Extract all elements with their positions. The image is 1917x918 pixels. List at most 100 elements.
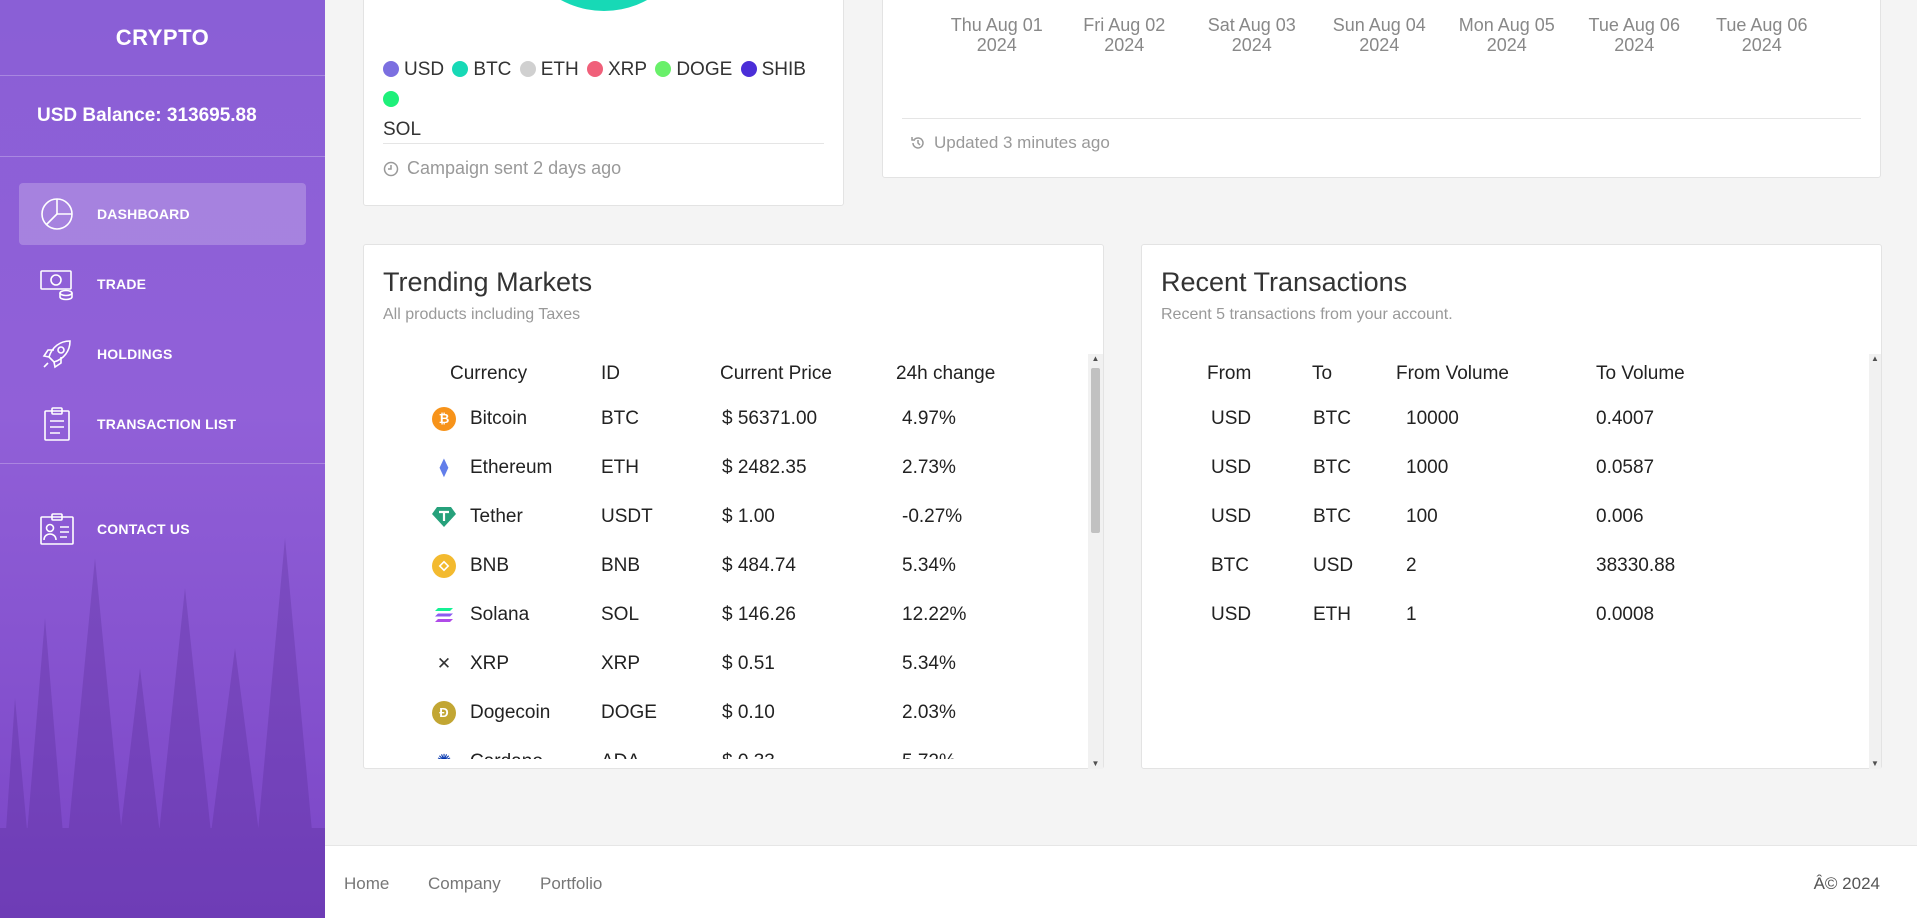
id-cell: ADA — [601, 737, 720, 760]
clock-icon — [383, 161, 399, 177]
chart-x-axis: Thu Aug 01 2024 Fri Aug 02 2024 Sat Aug 03… — [933, 15, 1826, 55]
price-cell: $ 0.10 — [722, 701, 775, 723]
table-row[interactable]: ✺Cardano ADA $ 0.33 5.72% — [383, 737, 1046, 760]
column-header[interactable]: From Volume — [1396, 354, 1596, 394]
table-row[interactable]: Solana SOL $ 146.26 12.22% — [383, 590, 1046, 639]
sidebar-item-trade[interactable]: TRADE — [19, 253, 306, 315]
id-cell: SOL — [601, 603, 640, 625]
scroll-up-arrow-icon[interactable]: ▲ — [1869, 354, 1881, 364]
currency-cell: Solana — [383, 590, 601, 639]
campaign-note-text: Campaign sent 2 days ago — [407, 158, 622, 178]
footer-link-company[interactable]: Company — [428, 874, 501, 894]
legend-swatch — [740, 61, 757, 77]
ethereum-icon: ⧫ — [439, 457, 449, 477]
table-row[interactable]: Tether USDT $ 1.00 -0.27% — [383, 492, 1046, 541]
x-tick-label: Mon Aug 05 2024 — [1458, 15, 1555, 55]
legend-item[interactable]: SOL — [383, 89, 421, 140]
divider — [383, 143, 824, 144]
id-cell: BNB — [601, 554, 641, 576]
badge-icon — [39, 511, 75, 547]
table-header-row: From To From Volume To Volume — [1161, 354, 1746, 394]
trending-table-scroll[interactable]: Currency ID Current Price 24h change ₿ Bi… — [383, 354, 1088, 759]
scroll-down-arrow-icon[interactable]: ▼ — [1869, 759, 1881, 769]
price-chart-card: Thu Aug 01 2024 Fri Aug 02 2024 Sat Aug 03… — [882, 0, 1881, 178]
table-row[interactable]: USD ETH 1 0.0008 — [1161, 590, 1746, 639]
currency-cell: ✕ XRP — [383, 639, 601, 688]
scroll-down-arrow-icon[interactable]: ▼ — [1088, 759, 1103, 769]
from-volume-cell: 1 — [1406, 603, 1417, 625]
divider — [902, 118, 1861, 119]
sidebar-item-dashboard[interactable]: DASHBOARD — [19, 183, 306, 245]
table-row[interactable]: BNB BNB $ 484.74 5.34% — [383, 541, 1046, 590]
legend-item[interactable]: XRP — [586, 55, 648, 85]
table-row[interactable]: ✕ XRP XRP $ 0.51 5.34% — [383, 639, 1046, 688]
column-header[interactable]: To — [1287, 354, 1396, 394]
table-header-row: Currency ID Current Price 24h change — [383, 354, 1046, 394]
to-cell: BTC — [1313, 456, 1351, 478]
from-volume-cell: 100 — [1406, 505, 1438, 527]
column-header[interactable]: Current Price — [720, 354, 896, 394]
legend-swatch — [452, 61, 469, 77]
copyright: Â© 2024 — [1813, 874, 1880, 893]
footer-link-portfolio[interactable]: Portfolio — [540, 874, 602, 894]
transactions-table-scroll[interactable]: From To From Volume To Volume USD BTC 10… — [1161, 354, 1866, 759]
history-icon — [910, 135, 926, 151]
updated-note: Updated 3 minutes ago — [910, 133, 1110, 153]
column-header[interactable]: 24h change — [896, 354, 1046, 394]
legend-item[interactable]: USD — [383, 55, 444, 85]
column-header[interactable]: ID — [601, 354, 720, 394]
table-row[interactable]: USD BTC 1000 0.0587 — [1161, 443, 1746, 492]
bnb-icon — [432, 553, 456, 578]
table-row[interactable]: USD BTC 10000 0.4007 — [1161, 394, 1746, 443]
legend-item[interactable]: SHIB — [740, 55, 806, 85]
tether-icon — [432, 505, 456, 529]
column-header[interactable]: From — [1161, 354, 1287, 394]
from-cell: USD — [1211, 456, 1252, 478]
change-cell: 5.34% — [902, 652, 956, 674]
vertical-scrollbar[interactable]: ▲ ▼ — [1869, 354, 1881, 769]
updated-note-text: Updated 3 minutes ago — [934, 133, 1110, 152]
footer-link-home[interactable]: Home — [344, 874, 389, 894]
campaign-note: Campaign sent 2 days ago — [383, 158, 621, 179]
to-volume-cell: 0.006 — [1596, 505, 1644, 527]
table-row[interactable]: Ð Dogecoin DOGE $ 0.10 2.03% — [383, 688, 1046, 737]
table-row[interactable]: BTC USD 2 38330.88 — [1161, 541, 1746, 590]
transactions-table: From To From Volume To Volume USD BTC 10… — [1161, 354, 1746, 639]
legend-item[interactable]: DOGE — [655, 55, 732, 85]
legend-swatch — [383, 91, 399, 107]
column-header[interactable]: Currency — [383, 354, 601, 394]
brand-title[interactable]: CRYPTO — [0, 0, 325, 75]
card-title: Trending Markets — [383, 267, 593, 297]
bitcoin-icon: ₿ — [432, 406, 456, 431]
to-cell: USD — [1313, 554, 1354, 576]
card-subtitle: Recent 5 transactions from your account. — [1161, 306, 1453, 323]
scrollbar-thumb[interactable] — [1091, 368, 1100, 533]
legend-label: BTC — [473, 59, 512, 80]
usd-balance: USD Balance: 313695.88 — [37, 105, 257, 126]
sidebar-item-contact-us[interactable]: CONTACT US — [19, 498, 306, 560]
change-cell: 4.97% — [902, 407, 956, 429]
legend-swatch — [655, 61, 672, 77]
scroll-up-arrow-icon[interactable]: ▲ — [1088, 354, 1103, 364]
cardano-icon: ✺ — [432, 750, 456, 759]
price-cell: $ 0.51 — [722, 652, 775, 674]
table-row[interactable]: ₿ Bitcoin BTC $ 56371.00 4.97% — [383, 394, 1046, 443]
currency-cell: Tether — [383, 492, 601, 541]
price-cell: $ 2482.35 — [722, 456, 807, 478]
legend-item[interactable]: BTC — [452, 55, 511, 85]
legend-label: USD — [404, 59, 445, 80]
vertical-scrollbar[interactable]: ▲ ▼ — [1088, 354, 1103, 769]
sidebar-item-label: HOLDINGS — [97, 346, 173, 362]
sidebar-item-transaction-list[interactable]: TRANSACTION LIST — [19, 393, 306, 455]
from-cell: USD — [1211, 603, 1252, 625]
pie-legend: USD BTC ETH XRP DOGE SHIB SOL — [383, 55, 823, 145]
to-cell: BTC — [1313, 505, 1351, 527]
from-volume-cell: 10000 — [1406, 407, 1459, 429]
table-row[interactable]: USD BTC 100 0.006 — [1161, 492, 1746, 541]
table-row[interactable]: ⧫ Ethereum ETH $ 2482.35 2.73% — [383, 443, 1046, 492]
legend-label: XRP — [607, 59, 648, 80]
column-header[interactable]: To Volume — [1596, 354, 1746, 394]
legend-label: DOGE — [676, 59, 733, 80]
sidebar-item-holdings[interactable]: HOLDINGS — [19, 323, 306, 385]
legend-item[interactable]: ETH — [519, 55, 579, 85]
